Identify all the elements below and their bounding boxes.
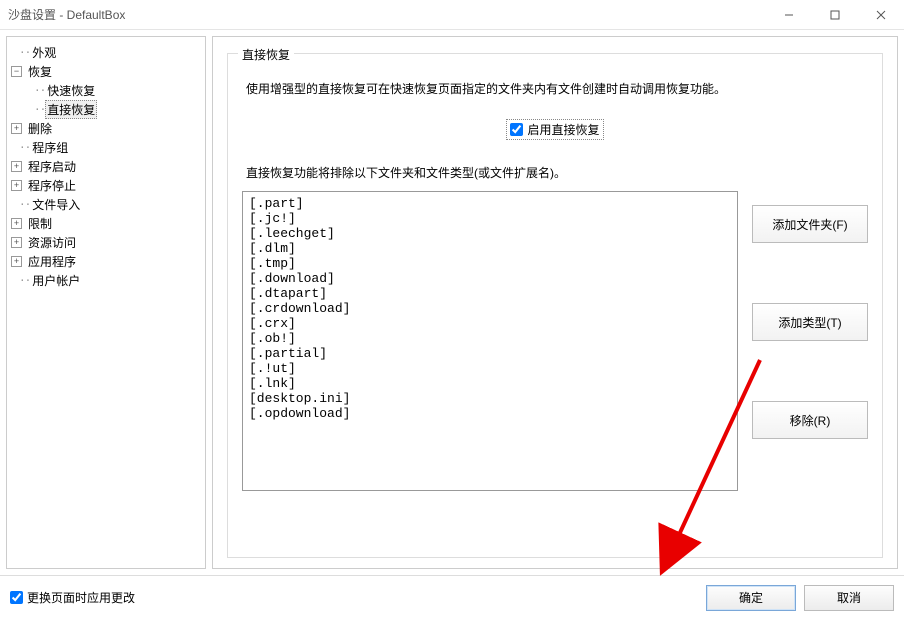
tree-item[interactable]: ·· 直接恢复 <box>11 100 201 119</box>
tree-item-label: 资源访问 <box>26 234 78 251</box>
enable-checkbox-input[interactable] <box>510 123 523 136</box>
tree-item[interactable]: ·· 文件导入 <box>11 195 201 214</box>
titlebar: 沙盘设置 - DefaultBox <box>0 0 904 30</box>
expand-icon[interactable]: + <box>11 161 22 172</box>
expand-icon[interactable]: + <box>11 180 22 191</box>
main-area: ·· 外观−恢复·· 快速恢复·· 直接恢复+删除·· 程序组+程序启动+程序停… <box>0 30 904 575</box>
ok-button[interactable]: 确定 <box>706 585 796 611</box>
tree-item-label: 删除 <box>26 120 54 137</box>
tree-item-label: 外观 <box>30 44 58 61</box>
exclusion-area: [.part] [.jc!] [.leechget] [.dlm] [.tmp]… <box>242 191 868 491</box>
tree-item[interactable]: + 程序启动 <box>11 157 201 176</box>
expand-icon[interactable]: + <box>11 123 22 134</box>
apply-checkbox-input[interactable] <box>10 591 23 604</box>
window-controls <box>766 0 904 30</box>
enable-checkbox-label: 启用直接恢复 <box>527 121 599 138</box>
expand-icon[interactable]: + <box>11 218 22 229</box>
apply-on-navigate-checkbox[interactable]: 更换页面时应用更改 <box>10 589 135 606</box>
tree-item[interactable]: + 删除 <box>11 119 201 138</box>
list-buttons: 添加文件夹(F) 添加类型(T) 移除(R) <box>752 191 868 491</box>
tree-item[interactable]: + 应用程序 <box>11 252 201 271</box>
minimize-button[interactable] <box>766 0 812 30</box>
expand-icon[interactable]: + <box>11 256 22 267</box>
tree-item[interactable]: ·· 外观 <box>11 43 201 62</box>
tree-item[interactable]: + 资源访问 <box>11 233 201 252</box>
description-1: 使用增强型的直接恢复可在快速恢复页面指定的文件夹内有文件创建时自动调用恢复功能。 <box>246 80 864 97</box>
nav-tree[interactable]: ·· 外观−恢复·· 快速恢复·· 直接恢复+删除·· 程序组+程序启动+程序停… <box>6 36 206 569</box>
tree-item-label: 限制 <box>26 215 54 232</box>
add-folder-button[interactable]: 添加文件夹(F) <box>752 205 868 243</box>
tree-item-label: 程序启动 <box>26 158 78 175</box>
tree-item[interactable]: −恢复 <box>11 62 201 81</box>
tree-item-label: 直接恢复 <box>45 100 97 119</box>
collapse-icon[interactable]: − <box>11 66 22 77</box>
expand-icon[interactable]: + <box>11 237 22 248</box>
tree-item-label: 用户帐户 <box>30 272 82 289</box>
maximize-button[interactable] <box>812 0 858 30</box>
tree-item[interactable]: ·· 程序组 <box>11 138 201 157</box>
bottombar: 更换页面时应用更改 确定 取消 <box>0 575 904 619</box>
add-type-button[interactable]: 添加类型(T) <box>752 303 868 341</box>
tree-item[interactable]: ·· 快速恢复 <box>11 81 201 100</box>
enable-direct-recovery-checkbox[interactable]: 启用直接恢复 <box>506 119 603 140</box>
tree-item[interactable]: + 限制 <box>11 214 201 233</box>
group-title: 直接恢复 <box>238 46 294 63</box>
remove-button[interactable]: 移除(R) <box>752 401 868 439</box>
tree-item[interactable]: + 程序停止 <box>11 176 201 195</box>
enable-checkbox-row: 启用直接恢复 <box>242 119 868 140</box>
window-title: 沙盘设置 - DefaultBox <box>8 6 766 23</box>
tree-item-label: 文件导入 <box>30 196 82 213</box>
close-button[interactable] <box>858 0 904 30</box>
tree-item-label: 应用程序 <box>26 253 78 270</box>
description-2: 直接恢复功能将排除以下文件夹和文件类型(或文件扩展名)。 <box>246 164 864 181</box>
tree-item-label: 快速恢复 <box>45 82 97 99</box>
cancel-button[interactable]: 取消 <box>804 585 894 611</box>
exclusion-listbox[interactable]: [.part] [.jc!] [.leechget] [.dlm] [.tmp]… <box>242 191 738 491</box>
tree-item-label: 程序组 <box>30 139 70 156</box>
content-panel: 直接恢复 使用增强型的直接恢复可在快速恢复页面指定的文件夹内有文件创建时自动调用… <box>212 36 898 569</box>
tree-item[interactable]: ·· 用户帐户 <box>11 271 201 290</box>
tree-item-label: 程序停止 <box>26 177 78 194</box>
direct-recovery-group: 直接恢复 使用增强型的直接恢复可在快速恢复页面指定的文件夹内有文件创建时自动调用… <box>227 53 883 558</box>
apply-checkbox-label: 更换页面时应用更改 <box>27 589 135 606</box>
tree-item-label: 恢复 <box>26 63 54 80</box>
